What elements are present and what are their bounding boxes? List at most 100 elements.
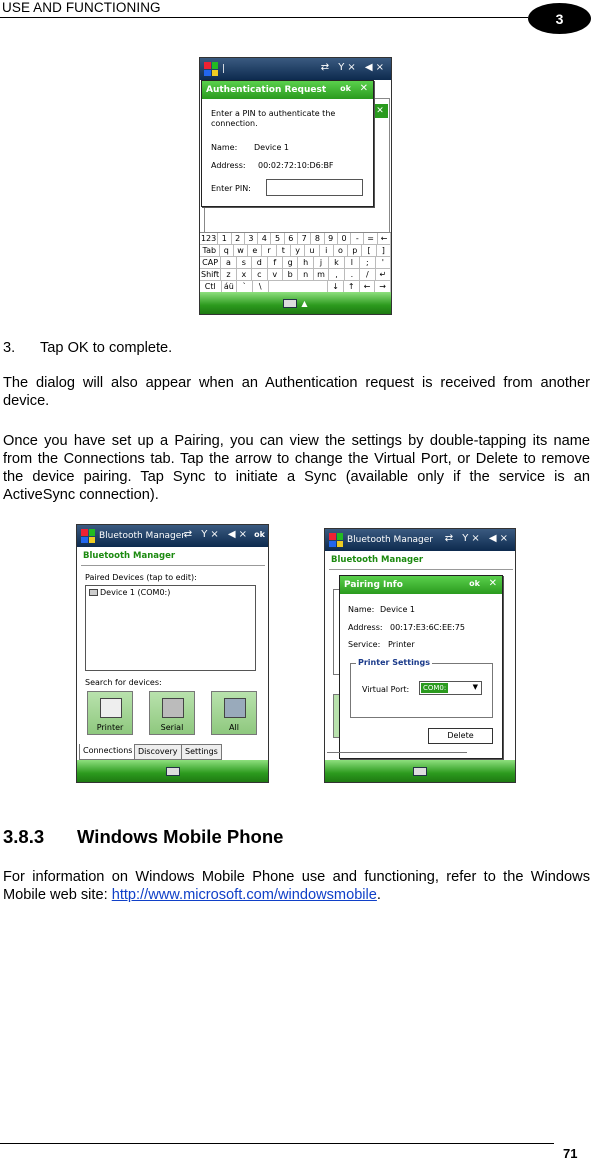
keyboard-key[interactable]: z (221, 269, 237, 280)
ok-button[interactable]: ok (340, 84, 351, 93)
ok-button[interactable]: ok (254, 530, 265, 539)
keyboard-key[interactable]: 0 (338, 233, 352, 244)
keyboard-key[interactable]: 9 (325, 233, 338, 244)
keyboard-key[interactable]: Tab (200, 245, 220, 256)
keyboard-key[interactable]: 6 (285, 233, 298, 244)
keyboard-key[interactable]: ↓ (328, 281, 344, 292)
keyboard-key[interactable]: = (364, 233, 378, 244)
keyboard-key[interactable]: 5 (271, 233, 285, 244)
keyboard-key[interactable]: s (237, 257, 253, 268)
keyboard-key[interactable]: d (252, 257, 268, 268)
keyboard-key[interactable] (269, 281, 329, 292)
keyboard-key[interactable]: e (248, 245, 263, 256)
keyboard-key[interactable]: ← (360, 281, 376, 292)
keyboard-key[interactable]: CAP (200, 257, 222, 268)
chapter-badge: 3 (528, 3, 591, 34)
windows-mobile-link[interactable]: http://www.microsoft.com/windowsmobile (112, 887, 377, 903)
delete-button[interactable]: Delete (428, 728, 493, 744)
keyboard-key[interactable]: r (262, 245, 277, 256)
authentication-dialog: Authentication Request ok ✕ Enter a PIN … (201, 80, 374, 207)
tab-discovery[interactable]: Discovery (134, 744, 182, 760)
keyboard-key[interactable]: h (298, 257, 314, 268)
keyboard-key[interactable]: f (268, 257, 283, 268)
button-label: Serial (160, 723, 184, 732)
keyboard-key[interactable]: 8 (311, 233, 325, 244)
keyboard-key[interactable]: o (334, 245, 349, 256)
section-number: 3.8.3 (3, 826, 45, 847)
keyboard-key[interactable]: b (283, 269, 299, 280)
keyboard-row: 123 1 2 3 4 5 6 7 8 9 0- = ← (200, 233, 391, 245)
keyboard-icon[interactable] (413, 766, 427, 776)
keyboard-key[interactable]: , (329, 269, 345, 280)
pin-input[interactable] (266, 179, 363, 196)
keyboard-key[interactable]: 7 (298, 233, 312, 244)
keyboard-key[interactable]: c (252, 269, 268, 280)
keyboard-key[interactable]: ← (378, 233, 391, 244)
printer-button[interactable]: Printer (87, 691, 133, 735)
virtual-port-select[interactable]: COM0: ▼ (419, 681, 482, 695)
keyboard-key[interactable]: 2 (232, 233, 245, 244)
keyboard-key[interactable]: [ (362, 245, 377, 256)
virtual-port-label: Virtual Port: (362, 685, 410, 694)
keyboard-icon[interactable] (283, 298, 298, 308)
keyboard-key[interactable]: Ctl (200, 281, 222, 292)
keyboard-key[interactable]: u (305, 245, 320, 256)
windows-start-icon (81, 529, 95, 543)
pairing-info-dialog: Pairing Info ok ✕ Name: Device 1 Address… (339, 575, 503, 759)
close-icon[interactable]: ✕ (360, 83, 368, 94)
keyboard-key[interactable]: / (360, 269, 376, 280)
keyboard-key[interactable]: ` (237, 281, 253, 292)
keyboard-key[interactable]: 4 (258, 233, 272, 244)
keyboard-key[interactable]: . (345, 269, 361, 280)
keyboard-key[interactable]: k (329, 257, 345, 268)
keyboard-key[interactable]: g (283, 257, 299, 268)
keyboard-icon[interactable] (165, 766, 180, 776)
keyboard-key[interactable]: 123 (200, 233, 219, 244)
keyboard-key[interactable]: t (277, 245, 291, 256)
status-icons: ⇄ Y× ◀× (183, 529, 250, 540)
keyboard-key[interactable]: j (314, 257, 330, 268)
chevron-down-icon[interactable]: ▼ (473, 683, 478, 691)
keyboard-key[interactable]: ] (377, 245, 391, 256)
group-label: Printer Settings (356, 658, 432, 668)
paired-devices-list[interactable]: Device 1 (COM0:) (85, 585, 256, 671)
keyboard-key[interactable]: 1 (218, 233, 232, 244)
keyboard-key[interactable]: 3 (245, 233, 259, 244)
tab-connections[interactable]: Connections (79, 744, 137, 760)
keyboard-key[interactable]: → (375, 281, 391, 292)
keyboard-row: Tab q w e r t y u i o p[] (200, 245, 391, 257)
windows-start-icon (329, 533, 343, 547)
list-item[interactable]: Device 1 (COM0:) (89, 588, 170, 597)
all-button[interactable]: All (211, 691, 257, 735)
keyboard-key[interactable]: ↵ (376, 269, 391, 280)
status-icons: ⇄ Y× ◀× (444, 533, 511, 544)
keyboard-key[interactable]: Shift (200, 269, 222, 280)
keyboard-key[interactable]: v (268, 269, 283, 280)
keyboard-key[interactable]: i (320, 245, 334, 256)
serial-button[interactable]: Serial (149, 691, 195, 735)
ok-button[interactable]: ok (469, 579, 480, 588)
keyboard-arrow-icon[interactable]: ▲ (301, 299, 307, 308)
keyboard-row: CAP a s d f g h j k l; ' (200, 257, 391, 269)
keyboard-key[interactable]: p (348, 245, 363, 256)
keyboard-key[interactable]: a (221, 257, 237, 268)
keyboard-key[interactable]: áü (222, 281, 238, 292)
keyboard-key[interactable]: \ (253, 281, 269, 292)
keyboard-key[interactable]: ; (360, 257, 376, 268)
keyboard-key[interactable]: y (291, 245, 306, 256)
keyboard-key[interactable]: - (351, 233, 365, 244)
keyboard-key[interactable]: q (220, 245, 234, 256)
keyboard-key[interactable]: n (298, 269, 314, 280)
keyboard-key[interactable]: ↑ (344, 281, 360, 292)
keyboard-key[interactable]: ' (376, 257, 391, 268)
keyboard-key[interactable]: l (345, 257, 361, 268)
dialog-title: Authentication Request (206, 85, 327, 95)
soft-keyboard[interactable]: 123 1 2 3 4 5 6 7 8 9 0- = ← Tab q w e r t y u i o p[] CAP a s d f… (200, 232, 391, 293)
close-icon[interactable]: ✕ (489, 578, 497, 589)
keyboard-key[interactable]: w (234, 245, 249, 256)
keyboard-key[interactable]: m (314, 269, 330, 280)
tab-strip (327, 752, 467, 760)
keyboard-key[interactable]: x (237, 269, 253, 280)
paired-item-label: Device 1 (COM0:) (100, 588, 171, 597)
tab-settings[interactable]: Settings (181, 744, 222, 760)
